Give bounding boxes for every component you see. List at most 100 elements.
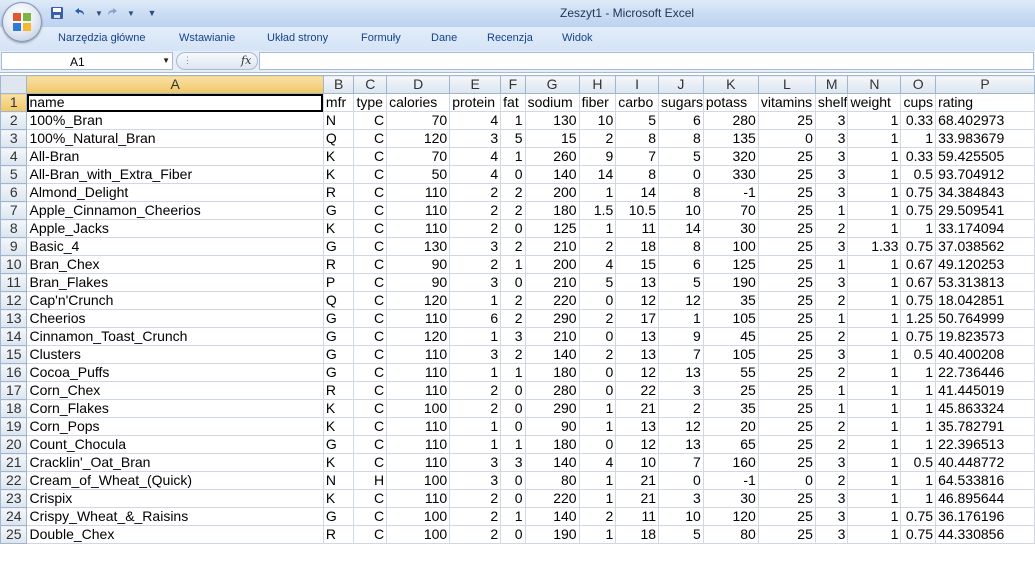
cell[interactable]: 3 xyxy=(449,129,502,148)
cell[interactable]: 180 xyxy=(524,201,580,220)
cell[interactable]: C xyxy=(353,363,388,382)
cell[interactable]: 290 xyxy=(524,399,580,418)
cell[interactable]: protein xyxy=(449,93,502,112)
cell[interactable]: 1 xyxy=(578,489,617,508)
cell[interactable]: 0.67 xyxy=(900,255,937,274)
cell[interactable]: 37.038562 xyxy=(935,237,1035,256)
cell[interactable]: 210 xyxy=(524,273,580,292)
cell[interactable]: 2 xyxy=(500,291,526,310)
cell[interactable]: 320 xyxy=(702,147,759,166)
cell[interactable]: 80 xyxy=(524,471,580,490)
cell[interactable]: 25 xyxy=(757,363,816,382)
cell[interactable]: 35 xyxy=(702,291,759,310)
cell[interactable]: 53.313813 xyxy=(935,273,1035,292)
column-header-l[interactable]: L xyxy=(757,75,816,94)
column-header-m[interactable]: M xyxy=(814,75,849,94)
row-header[interactable]: 8 xyxy=(0,219,28,238)
cell[interactable]: 8 xyxy=(615,129,660,148)
cell[interactable]: -1 xyxy=(702,183,759,202)
cell[interactable]: 2 xyxy=(449,507,502,526)
cell[interactable]: 1 xyxy=(847,219,902,238)
cell[interactable]: 3 xyxy=(449,237,502,256)
cell[interactable]: 0 xyxy=(500,273,526,292)
cell[interactable]: 1.25 xyxy=(900,309,937,328)
cell[interactable]: 1 xyxy=(847,417,902,436)
cell[interactable]: 12 xyxy=(615,435,660,454)
cell[interactable]: 1 xyxy=(449,363,502,382)
cell[interactable]: 13 xyxy=(615,345,660,364)
cell[interactable]: 1.5 xyxy=(578,201,617,220)
cell[interactable]: 0 xyxy=(500,471,526,490)
cell[interactable]: G xyxy=(322,507,355,526)
cell[interactable]: 0 xyxy=(757,471,816,490)
column-header-j[interactable]: J xyxy=(658,75,704,94)
cell[interactable]: 1 xyxy=(847,273,902,292)
cell[interactable]: 25 xyxy=(757,327,816,346)
office-button[interactable] xyxy=(2,2,42,42)
cell[interactable]: 220 xyxy=(524,291,580,310)
cell[interactable]: 3 xyxy=(814,129,849,148)
row-header[interactable]: 9 xyxy=(0,237,28,256)
cell[interactable]: 2 xyxy=(814,219,849,238)
cell[interactable]: 8 xyxy=(615,165,660,184)
cell[interactable]: 1 xyxy=(578,399,617,418)
cell[interactable]: 3 xyxy=(814,507,849,526)
cell[interactable]: 2 xyxy=(578,237,617,256)
row-header[interactable]: 10 xyxy=(0,255,28,274)
cell[interactable]: 0 xyxy=(578,291,617,310)
cell[interactable]: 21 xyxy=(615,399,660,418)
cell[interactable]: Clusters xyxy=(26,345,324,364)
cell[interactable]: Apple_Cinnamon_Cheerios xyxy=(26,201,324,220)
cell[interactable]: 0 xyxy=(578,381,617,400)
cell[interactable]: 160 xyxy=(702,453,759,472)
cell[interactable]: 45.863324 xyxy=(935,399,1035,418)
cell[interactable]: 65 xyxy=(702,435,759,454)
cell[interactable]: Almond_Delight xyxy=(26,183,324,202)
cell[interactable]: Corn_Chex xyxy=(26,381,324,400)
cell[interactable]: 46.895644 xyxy=(935,489,1035,508)
cell[interactable]: 25 xyxy=(757,147,816,166)
tab-home[interactable]: Narzędzia główne xyxy=(58,32,145,44)
cell[interactable]: 110 xyxy=(386,435,451,454)
row-header[interactable]: 15 xyxy=(0,345,28,364)
cell[interactable]: 1 xyxy=(847,489,902,508)
cell[interactable]: 5 xyxy=(615,111,660,130)
cell[interactable]: 18 xyxy=(615,237,660,256)
cell[interactable]: 1 xyxy=(847,525,902,544)
cell[interactable]: 1 xyxy=(847,327,902,346)
cell[interactable]: 100 xyxy=(386,507,451,526)
cell[interactable]: 1 xyxy=(814,399,849,418)
cell[interactable]: K xyxy=(322,417,355,436)
cell[interactable]: 25 xyxy=(757,525,816,544)
cell[interactable]: 2 xyxy=(578,507,617,526)
cell[interactable]: 70 xyxy=(386,147,451,166)
cell[interactable]: mfr xyxy=(322,93,355,112)
cell[interactable]: R xyxy=(322,255,355,274)
cell[interactable]: H xyxy=(353,471,388,490)
row-header[interactable]: 21 xyxy=(0,453,28,472)
cell[interactable]: 2 xyxy=(500,345,526,364)
cell[interactable]: 64.533816 xyxy=(935,471,1035,490)
cell[interactable]: 110 xyxy=(386,489,451,508)
cell[interactable]: 1 xyxy=(449,417,502,436)
cell[interactable]: 1 xyxy=(847,201,902,220)
cell[interactable]: 59.425505 xyxy=(935,147,1035,166)
cell[interactable]: 25 xyxy=(757,291,816,310)
cell[interactable]: 3 xyxy=(814,525,849,544)
cell[interactable]: 1 xyxy=(578,525,617,544)
cell[interactable]: Cracklin'_Oat_Bran xyxy=(26,453,324,472)
select-all-corner[interactable] xyxy=(0,75,28,94)
cell[interactable]: 13 xyxy=(615,327,660,346)
cell[interactable]: 2 xyxy=(449,381,502,400)
cell[interactable]: 1 xyxy=(900,219,937,238)
column-header-c[interactable]: C xyxy=(353,75,388,94)
cell[interactable]: K xyxy=(322,453,355,472)
cell[interactable]: 49.120253 xyxy=(935,255,1035,274)
cell[interactable]: Corn_Flakes xyxy=(26,399,324,418)
cell[interactable]: 330 xyxy=(702,165,759,184)
cell[interactable]: 1 xyxy=(847,345,902,364)
cell[interactable]: 2 xyxy=(814,327,849,346)
cell[interactable]: C xyxy=(353,291,388,310)
cell[interactable]: C xyxy=(353,399,388,418)
cell[interactable]: K xyxy=(322,219,355,238)
